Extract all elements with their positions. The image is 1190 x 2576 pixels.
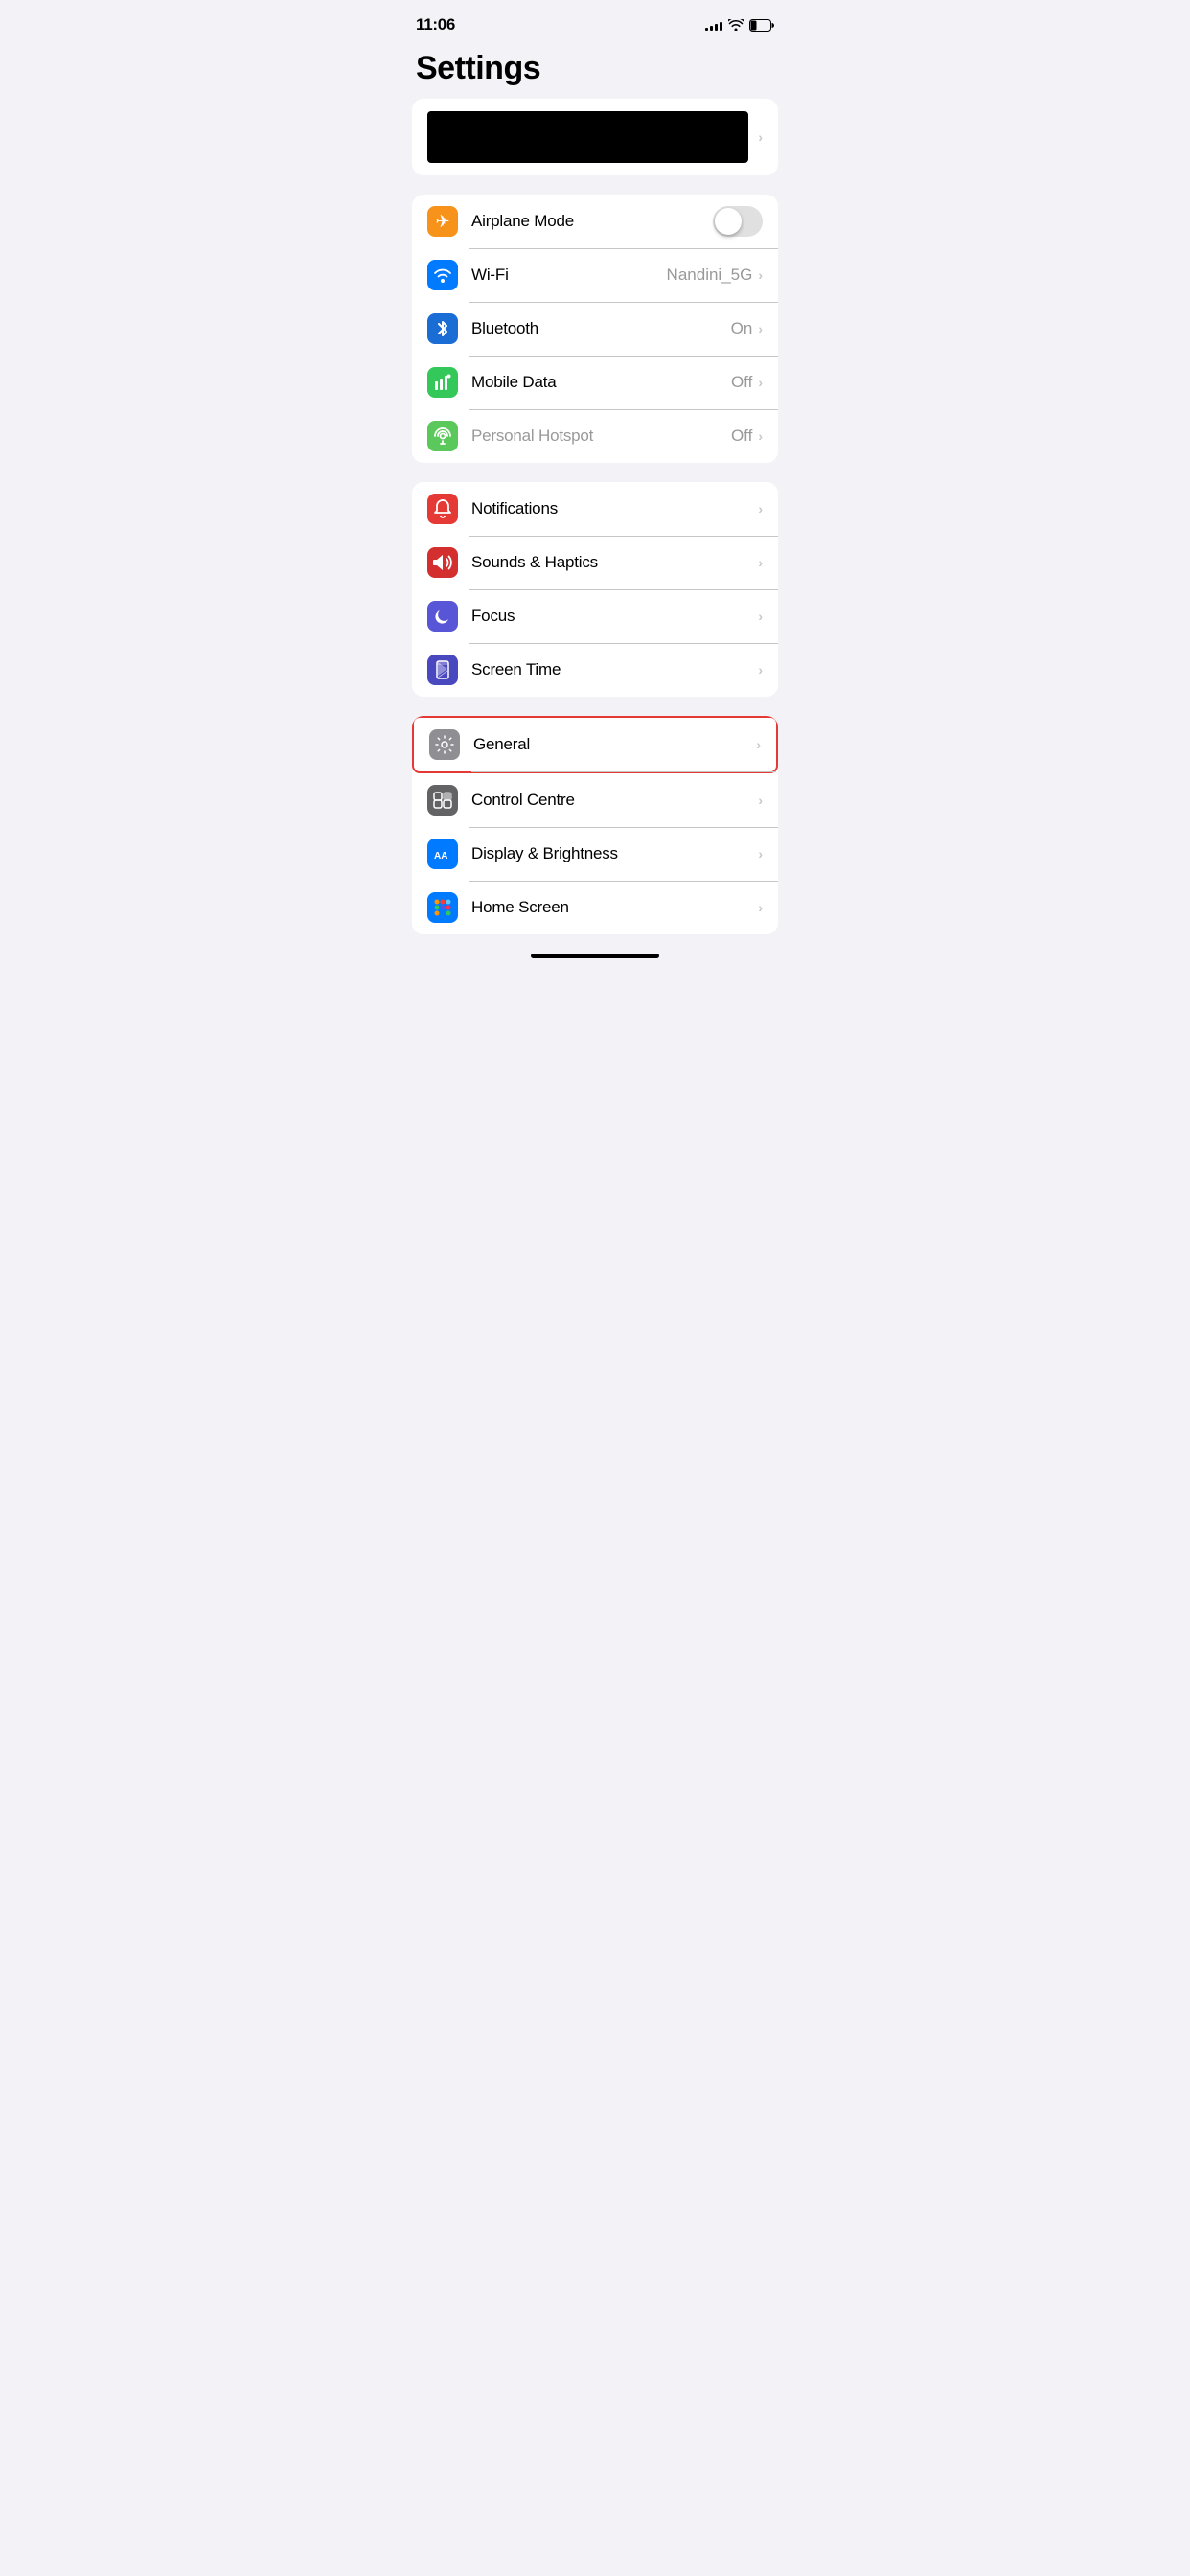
hotspot-symbol [433, 426, 452, 446]
status-bar: 11:06 [397, 0, 793, 42]
mobile-data-label: Mobile Data [471, 373, 731, 392]
bluetooth-chevron-icon: › [758, 321, 763, 336]
wifi-symbol [433, 267, 452, 283]
notifications-icon [427, 494, 458, 524]
focus-icon [427, 601, 458, 632]
status-icons [705, 19, 774, 32]
notifications-chevron-icon: › [758, 501, 763, 517]
status-time: 11:06 [416, 15, 455, 34]
control-centre-row[interactable]: Control Centre › [412, 773, 778, 827]
control-centre-icon [427, 785, 458, 816]
bluetooth-symbol [435, 319, 450, 338]
signal-icon [705, 19, 722, 31]
control-centre-chevron-icon: › [758, 793, 763, 808]
moon-symbol [434, 608, 451, 625]
display-brightness-row[interactable]: AA Display & Brightness › [412, 827, 778, 881]
airplane-mode-toggle-knob [715, 208, 742, 235]
page-title: Settings [397, 42, 793, 99]
general-icon [429, 729, 460, 760]
gear-symbol [435, 735, 454, 754]
screen-time-icon [427, 655, 458, 685]
general-row[interactable]: General › [412, 716, 778, 773]
bluetooth-icon [427, 313, 458, 344]
display-brightness-icon: AA [427, 839, 458, 869]
focus-row[interactable]: Focus › [412, 589, 778, 643]
wifi-status-icon [728, 19, 744, 31]
hourglass-symbol [435, 660, 450, 679]
wifi-chevron-icon: › [758, 267, 763, 283]
svg-text:AA: AA [434, 851, 447, 862]
mobile-data-icon [427, 367, 458, 398]
personal-hotspot-icon [427, 421, 458, 451]
notifications-label: Notifications [471, 499, 758, 518]
home-screen-row[interactable]: Home Screen › [412, 881, 778, 934]
display-brightness-chevron-icon: › [758, 846, 763, 862]
screen-time-chevron-icon: › [758, 662, 763, 678]
mobile-data-symbol [434, 374, 451, 391]
sound-symbol [433, 554, 452, 571]
home-screen-label: Home Screen [471, 898, 758, 917]
airplane-mode-label: Airplane Mode [471, 212, 713, 231]
bell-symbol [434, 499, 451, 518]
bluetooth-value: On [731, 319, 753, 338]
control-centre-label: Control Centre [471, 791, 758, 810]
wifi-value: Nandini_5G [667, 265, 753, 285]
grid-symbol [433, 898, 452, 917]
display-brightness-label: Display & Brightness [471, 844, 758, 863]
personal-hotspot-chevron-icon: › [758, 428, 763, 444]
general-chevron-icon: › [756, 737, 761, 752]
focus-label: Focus [471, 607, 758, 626]
focus-chevron-icon: › [758, 609, 763, 624]
wifi-icon [427, 260, 458, 290]
home-screen-chevron-icon: › [758, 900, 763, 915]
notifications-group: Notifications › Sounds & Haptics › Focus… [412, 482, 778, 697]
screen-time-row[interactable]: Screen Time › [412, 643, 778, 697]
sliders-symbol [433, 791, 452, 810]
profile-info-redacted [427, 111, 748, 163]
mobile-data-chevron-icon: › [758, 375, 763, 390]
mobile-data-row[interactable]: Mobile Data Off › [412, 356, 778, 409]
airplane-mode-icon: ✈ [427, 206, 458, 237]
airplane-mode-toggle[interactable] [713, 206, 763, 237]
wifi-row[interactable]: Wi-Fi Nandini_5G › [412, 248, 778, 302]
sounds-haptics-chevron-icon: › [758, 555, 763, 570]
general-group: General › Control Centre › AA Display & … [412, 716, 778, 934]
mobile-data-value: Off [731, 373, 752, 392]
profile-row[interactable]: › [412, 99, 778, 175]
general-label: General [473, 735, 756, 754]
home-indicator [531, 954, 659, 958]
profile-chevron-icon: › [758, 129, 763, 145]
sounds-haptics-row[interactable]: Sounds & Haptics › [412, 536, 778, 589]
battery-icon [749, 19, 774, 32]
screen-time-label: Screen Time [471, 660, 758, 679]
bluetooth-label: Bluetooth [471, 319, 731, 338]
sounds-haptics-icon [427, 547, 458, 578]
home-screen-icon [427, 892, 458, 923]
aa-symbol: AA [432, 845, 453, 862]
personal-hotspot-label: Personal Hotspot [471, 426, 731, 446]
personal-hotspot-row[interactable]: Personal Hotspot Off › [412, 409, 778, 463]
sounds-haptics-label: Sounds & Haptics [471, 553, 758, 572]
notifications-row[interactable]: Notifications › [412, 482, 778, 536]
connectivity-group: ✈ Airplane Mode Wi-Fi Nandini_5G › Bluet… [412, 195, 778, 463]
airplane-mode-row[interactable]: ✈ Airplane Mode [412, 195, 778, 248]
personal-hotspot-value: Off [731, 426, 752, 446]
wifi-label: Wi-Fi [471, 265, 667, 285]
bluetooth-row[interactable]: Bluetooth On › [412, 302, 778, 356]
